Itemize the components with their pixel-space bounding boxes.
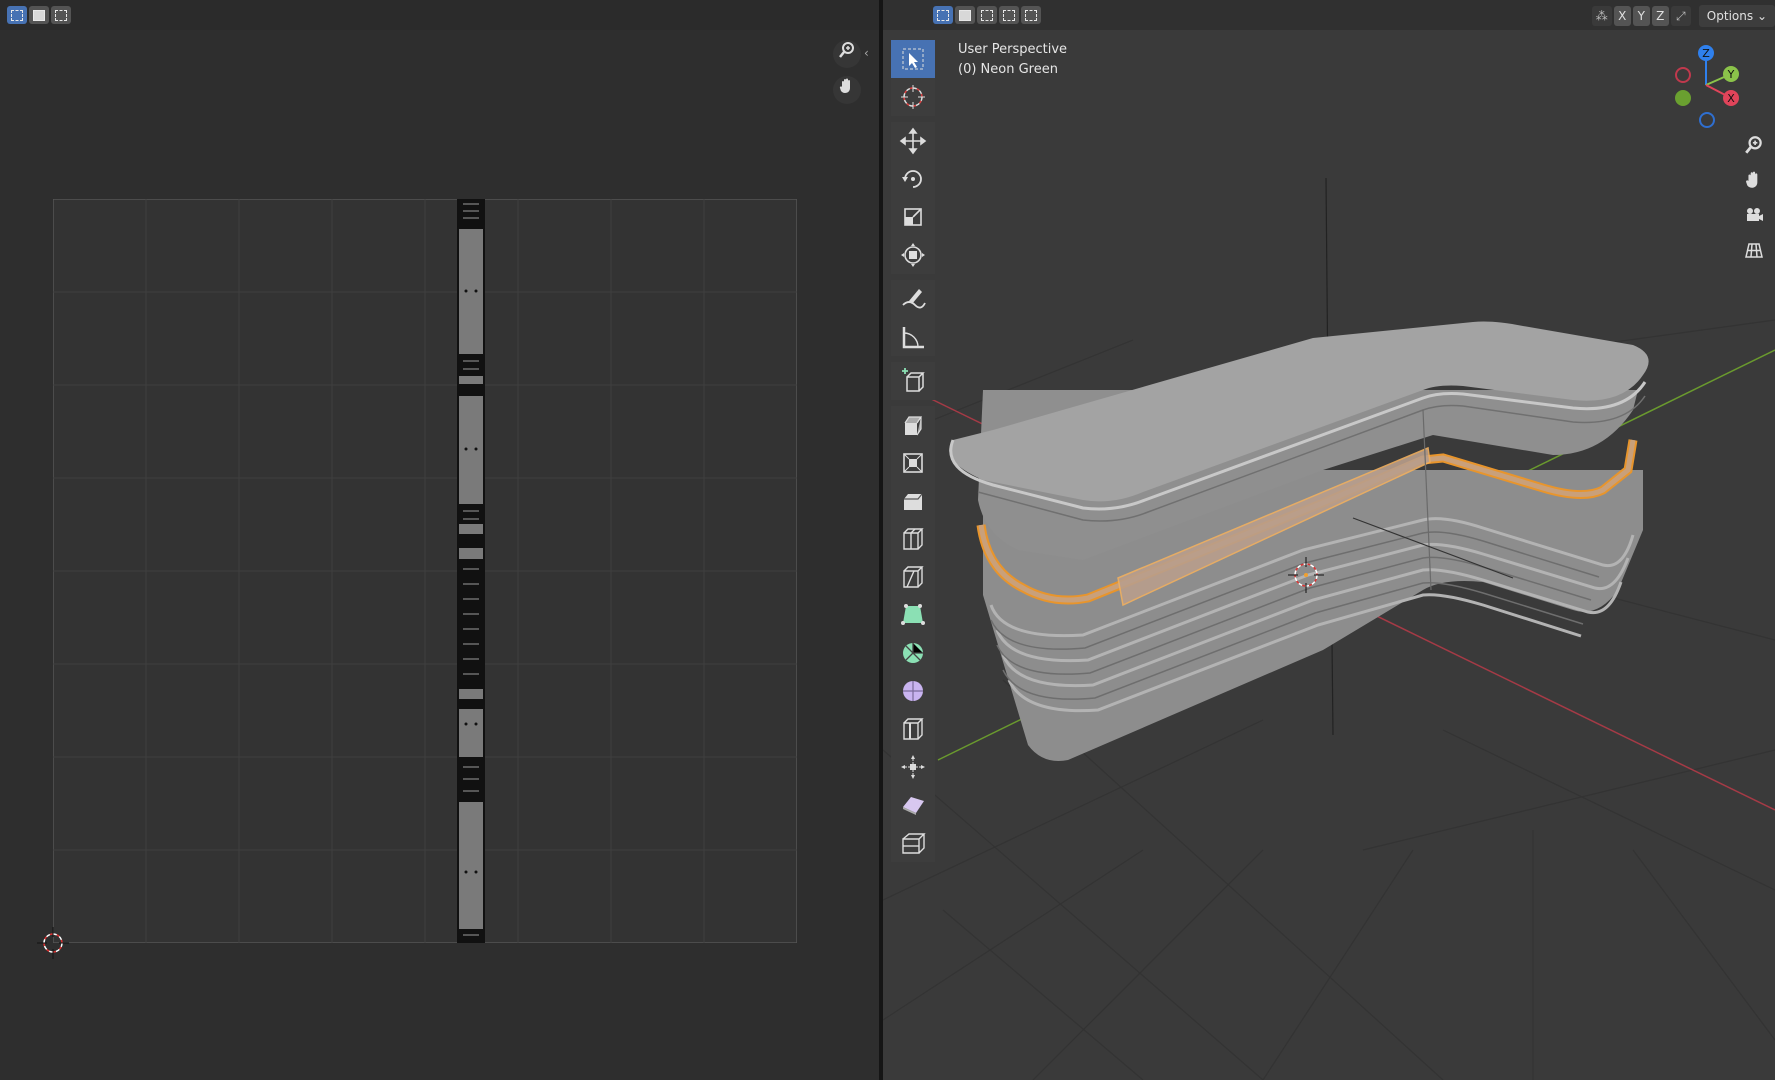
move-tool[interactable] <box>891 122 935 160</box>
scale-tool[interactable] <box>891 198 935 236</box>
pan-view-icon[interactable] <box>1740 170 1768 198</box>
inset-faces-icon <box>903 453 923 473</box>
poly-build-tool[interactable] <box>891 596 935 634</box>
shear-icon <box>903 797 924 815</box>
bevel-tool[interactable] <box>891 482 935 520</box>
annotate-tool[interactable] <box>891 280 935 318</box>
viewport-info: User Perspective (0) Neon Green <box>958 40 1067 80</box>
rip-region-icon <box>902 833 926 854</box>
gizmo-z-axis[interactable]: Z <box>1698 45 1714 61</box>
select-subtract-button[interactable] <box>51 6 71 24</box>
gizmo-x-axis[interactable]: X <box>1723 90 1739 106</box>
select-extend-button[interactable] <box>955 6 975 24</box>
rotate-icon <box>902 170 922 188</box>
gizmo-neg-x-icon[interactable] <box>1675 67 1691 83</box>
annotate-icon <box>902 289 926 309</box>
zoom-icon[interactable] <box>833 40 861 68</box>
gizmo-y-label: Y <box>1727 68 1735 81</box>
camera-view-icon[interactable] <box>1740 205 1768 233</box>
add-cube-tool[interactable] <box>891 362 935 400</box>
edge-slide-icon <box>903 718 924 740</box>
gizmo-x-label: X <box>1727 92 1735 105</box>
gizmo-y-axis[interactable]: Y <box>1723 66 1739 82</box>
viewport-header-right: ⁂ X Y Z ⤢ Options ⌄ <box>1591 5 1775 27</box>
mirror-z-button[interactable]: Z <box>1651 6 1669 26</box>
add-cube-icon <box>902 368 925 392</box>
zoom-view-icon[interactable] <box>1740 135 1768 163</box>
viewport-scene[interactable] <box>883 30 1775 1080</box>
chevron-left-icon[interactable]: ‹ <box>864 46 869 60</box>
viewport-header: ⁂ X Y Z ⤢ Options ⌄ <box>883 0 1775 30</box>
tool-shelf <box>891 40 935 862</box>
rip-region-tool[interactable] <box>891 824 935 862</box>
uv-grid[interactable] <box>53 199 797 943</box>
uv-editor-header <box>0 0 879 30</box>
mirror-y-button[interactable]: Y <box>1632 6 1650 26</box>
desk-model[interactable] <box>949 321 1649 762</box>
select-subtract-button[interactable] <box>977 6 997 24</box>
uv-2d-cursor-icon[interactable] <box>37 927 69 959</box>
extrude-region-tool[interactable] <box>891 406 935 444</box>
spin-tool[interactable] <box>891 634 935 672</box>
navigation-gizmo[interactable]: Z Y X <box>1661 40 1751 140</box>
edge-slide-tool[interactable] <box>891 710 935 748</box>
hand-icon[interactable] <box>833 76 861 104</box>
transform-icon <box>901 243 925 267</box>
smooth-tool[interactable] <box>891 672 935 710</box>
mirror-x-button[interactable]: X <box>1613 6 1631 26</box>
transform-tool[interactable] <box>891 236 935 274</box>
uv-select-mode-group <box>7 6 71 24</box>
3d-viewport-pane[interactable]: ⁂ X Y Z ⤢ Options ⌄ User Perspective (0)… <box>883 0 1775 1080</box>
uv-island-strip[interactable] <box>457 199 485 943</box>
measure-tool[interactable] <box>891 318 935 356</box>
options-dropdown[interactable]: Options ⌄ <box>1698 5 1775 27</box>
knife-icon <box>903 566 924 588</box>
ortho-toggle-icon[interactable] <box>1740 240 1768 268</box>
cursor-icon <box>901 85 925 109</box>
extrude-region-icon <box>904 416 923 436</box>
loop-cut-tool[interactable] <box>891 520 935 558</box>
cursor-tool[interactable] <box>891 78 935 116</box>
bevel-icon <box>904 493 923 510</box>
select-extend-button[interactable] <box>29 6 49 24</box>
auto-merge-icon[interactable]: ⤢ <box>1670 6 1691 26</box>
select-invert-button[interactable] <box>999 6 1019 24</box>
gizmo-z-label: Z <box>1702 47 1710 60</box>
select-box-tool[interactable] <box>891 40 935 78</box>
scale-icon <box>904 208 922 226</box>
chevron-down-icon: ⌄ <box>1756 9 1767 23</box>
gizmo-neg-z-icon[interactable] <box>1699 112 1715 128</box>
shrink-fatten-tool[interactable] <box>891 748 935 786</box>
uv-editor-pane[interactable]: ‹ <box>0 0 879 1080</box>
knife-tool[interactable] <box>891 558 935 596</box>
spin-icon <box>903 643 923 663</box>
move-icon <box>899 127 927 155</box>
gizmo-neg-y-icon[interactable] <box>1675 90 1691 106</box>
shear-tool[interactable] <box>891 786 935 824</box>
select-new-button[interactable] <box>933 6 953 24</box>
view-name-label: User Perspective <box>958 42 1068 57</box>
rotate-tool[interactable] <box>891 160 935 198</box>
select-intersect-button[interactable] <box>1021 6 1041 24</box>
mirror-toggle-icon[interactable]: ⁂ <box>1591 6 1612 26</box>
smooth-icon <box>903 681 923 701</box>
inset-faces-tool[interactable] <box>891 444 935 482</box>
viewport-select-mode-group <box>933 6 1041 24</box>
measure-icon <box>902 327 924 349</box>
shrink-fatten-icon <box>901 755 925 779</box>
loop-cut-icon <box>903 528 924 550</box>
select-box-icon <box>902 48 924 70</box>
poly-build-icon <box>901 604 925 625</box>
options-label: Options <box>1706 9 1754 23</box>
active-object-label: (0) Neon Green <box>958 62 1058 77</box>
select-new-button[interactable] <box>7 6 27 24</box>
